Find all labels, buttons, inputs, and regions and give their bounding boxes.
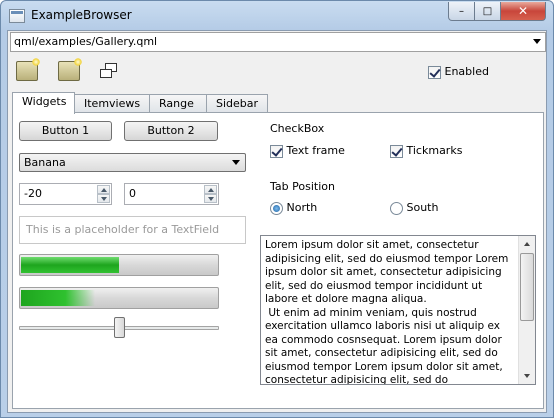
enabled-label: Enabled	[444, 65, 489, 78]
scroll-down-icon[interactable]	[519, 368, 535, 384]
chevron-down-icon	[232, 160, 240, 165]
scroll-thumb[interactable]	[520, 253, 534, 321]
button-2[interactable]: Button 2	[124, 121, 218, 141]
text-area[interactable]: Lorem ipsum dolor sit amet, consectetur …	[260, 235, 536, 385]
radio-north-icon[interactable]	[270, 201, 283, 215]
vertical-scrollbar[interactable]	[518, 236, 535, 384]
tab-itemviews[interactable]: Itemviews	[74, 94, 150, 113]
url-combo-value: qml/examples/Gallery.qml	[14, 35, 158, 48]
fruit-combo[interactable]: Banana	[19, 153, 246, 172]
app-icon	[9, 9, 25, 23]
text-frame-label: Text frame	[286, 144, 345, 157]
progress-bar-2	[19, 287, 219, 309]
title-bar[interactable]: ExampleBrowser – □ ✕	[1, 1, 553, 31]
radio-north-label: North	[286, 201, 318, 214]
tickmarks-label: Tickmarks	[406, 144, 463, 157]
tickmarks-checkbox[interactable]: Tickmarks	[390, 144, 462, 158]
text-field[interactable]: This is a placeholder for a TextField	[19, 216, 246, 244]
url-combo[interactable]: qml/examples/Gallery.qml	[10, 32, 546, 52]
minimize-button[interactable]: –	[448, 2, 475, 21]
radio-south-icon[interactable]	[390, 201, 403, 215]
text-frame-checkbox[interactable]: Text frame	[270, 144, 345, 158]
tab-range[interactable]: Range	[149, 94, 207, 113]
maximize-button[interactable]: □	[474, 2, 501, 21]
spinbox-2[interactable]: 0	[124, 183, 219, 205]
tickmarks-check-icon[interactable]	[390, 144, 403, 158]
spinbox-2-value: 0	[129, 187, 136, 200]
radio-south-label: South	[406, 201, 439, 214]
close-button[interactable]: ✕	[500, 2, 546, 21]
chevron-down-icon	[533, 39, 541, 44]
slider-handle[interactable]	[114, 317, 125, 338]
progress-fill-2	[21, 290, 95, 306]
tab-position-title: Tab Position	[270, 180, 335, 193]
fruit-combo-value: Banana	[24, 156, 66, 169]
spin-down-icon[interactable]	[204, 194, 217, 203]
minimize-icon: –	[459, 5, 464, 17]
spinbox-1[interactable]: -20	[19, 183, 112, 205]
open-folder-icon[interactable]	[16, 58, 40, 81]
widgets-panel: Button 1 Button 2 Banana -20 0 This is a…	[12, 112, 544, 409]
spin-down-icon[interactable]	[97, 194, 110, 203]
maximize-icon: □	[482, 5, 493, 17]
new-folder-icon[interactable]	[58, 58, 82, 81]
spin-up-icon[interactable]	[204, 185, 217, 194]
tab-widgets[interactable]: Widgets	[12, 92, 75, 114]
spin-up-icon[interactable]	[97, 185, 110, 194]
app-window: ExampleBrowser – □ ✕ qml/examples/Galler…	[0, 0, 554, 418]
window-restore-icon[interactable]	[100, 61, 122, 81]
radio-north[interactable]: North	[270, 201, 317, 215]
spinbox-1-value: -20	[24, 187, 42, 200]
button-1[interactable]: Button 1	[19, 121, 112, 141]
text-field-placeholder: This is a placeholder for a TextField	[26, 223, 220, 236]
enabled-check-icon[interactable]	[428, 65, 441, 79]
text-area-content: Lorem ipsum dolor sit amet, consectetur …	[265, 239, 509, 385]
enabled-checkbox[interactable]: Enabled	[428, 65, 489, 79]
progress-bar-1	[19, 254, 219, 276]
window-title: ExampleBrowser	[31, 8, 132, 22]
client-area: qml/examples/Gallery.qml Enabled Widgets…	[7, 30, 547, 413]
text-frame-check-icon[interactable]	[270, 144, 283, 158]
checkbox-group-title: CheckBox	[270, 122, 325, 135]
progress-fill-1	[21, 257, 119, 273]
tab-sidebar[interactable]: Sidebar	[206, 94, 268, 113]
radio-south[interactable]: South	[390, 201, 438, 215]
scroll-up-icon[interactable]	[519, 236, 535, 252]
close-icon: ✕	[517, 4, 529, 18]
